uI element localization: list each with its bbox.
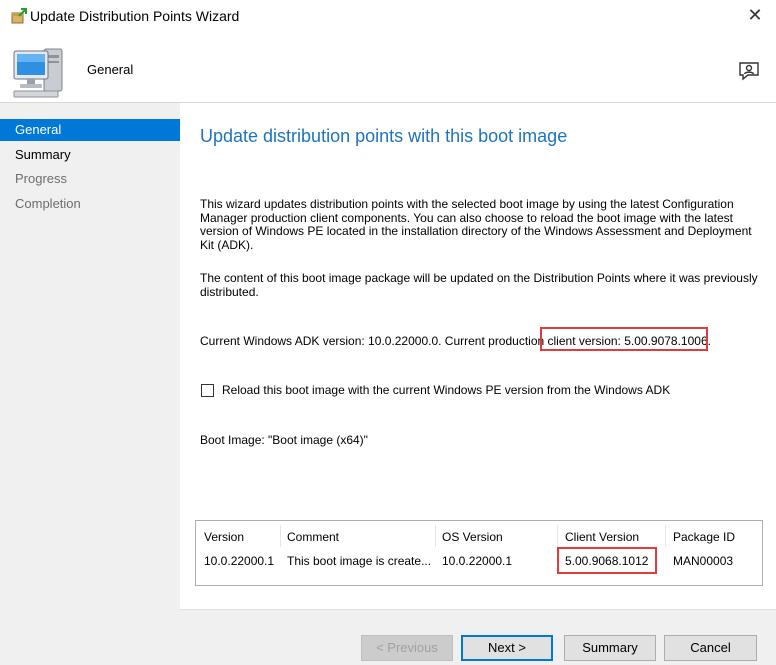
footer-divider <box>180 609 776 610</box>
summary-button[interactable]: Summary <box>564 635 656 661</box>
nav-step-progress: Progress <box>15 171 68 186</box>
column-divider <box>280 525 281 547</box>
wizard-package-icon <box>11 8 27 24</box>
computer-monitor-icon <box>10 41 70 101</box>
cell-version[interactable]: 10.0.22000.1 <box>204 554 274 568</box>
boot-image-name-text: Boot Image: "Boot image (x64)" <box>200 433 368 447</box>
cell-os-version[interactable]: 10.0.22000.1 <box>442 554 512 568</box>
column-header-comment[interactable]: Comment <box>287 530 339 544</box>
reload-boot-image-label[interactable]: Reload this boot image with the current … <box>222 383 670 397</box>
wizard-header: General <box>0 34 776 102</box>
cell-comment[interactable]: This boot image is create... <box>287 554 431 568</box>
client-version-cell-highlight-box <box>557 547 657 574</box>
client-version-highlight-box <box>540 327 708 351</box>
next-button[interactable]: Next > <box>461 635 553 661</box>
window-title: Update Distribution Points Wizard <box>30 8 240 24</box>
nav-step-completion: Completion <box>15 196 81 211</box>
column-divider <box>665 525 666 547</box>
reload-boot-image-checkbox[interactable] <box>201 384 214 397</box>
column-divider <box>557 525 558 547</box>
cell-package-id[interactable]: MAN00003 <box>673 554 733 568</box>
feedback-person-icon[interactable] <box>737 60 761 84</box>
column-header-os-version[interactable]: OS Version <box>442 530 503 544</box>
column-header-version[interactable]: Version <box>204 530 244 544</box>
distribution-note-text: The content of this boot image package w… <box>200 271 758 299</box>
close-button[interactable]: ✕ <box>740 2 770 30</box>
previous-button: < Previous <box>361 635 453 661</box>
nav-step-summary[interactable]: Summary <box>0 144 180 166</box>
description-text: This wizard updates distribution points … <box>200 197 752 252</box>
column-header-package-id[interactable]: Package ID <box>673 530 735 544</box>
page-title: Update distribution points with this boo… <box>200 126 568 146</box>
adk-version-prefix: Current Windows ADK version: 10.0.22000.… <box>200 334 548 348</box>
column-divider <box>435 525 436 547</box>
wizard-step-nav: General Summary Progress Completion <box>0 103 180 665</box>
cancel-button[interactable]: Cancel <box>664 635 757 661</box>
column-header-client-version[interactable]: Client Version <box>565 530 639 544</box>
nav-step-general[interactable]: General <box>0 119 180 141</box>
header-title: General <box>87 62 134 77</box>
